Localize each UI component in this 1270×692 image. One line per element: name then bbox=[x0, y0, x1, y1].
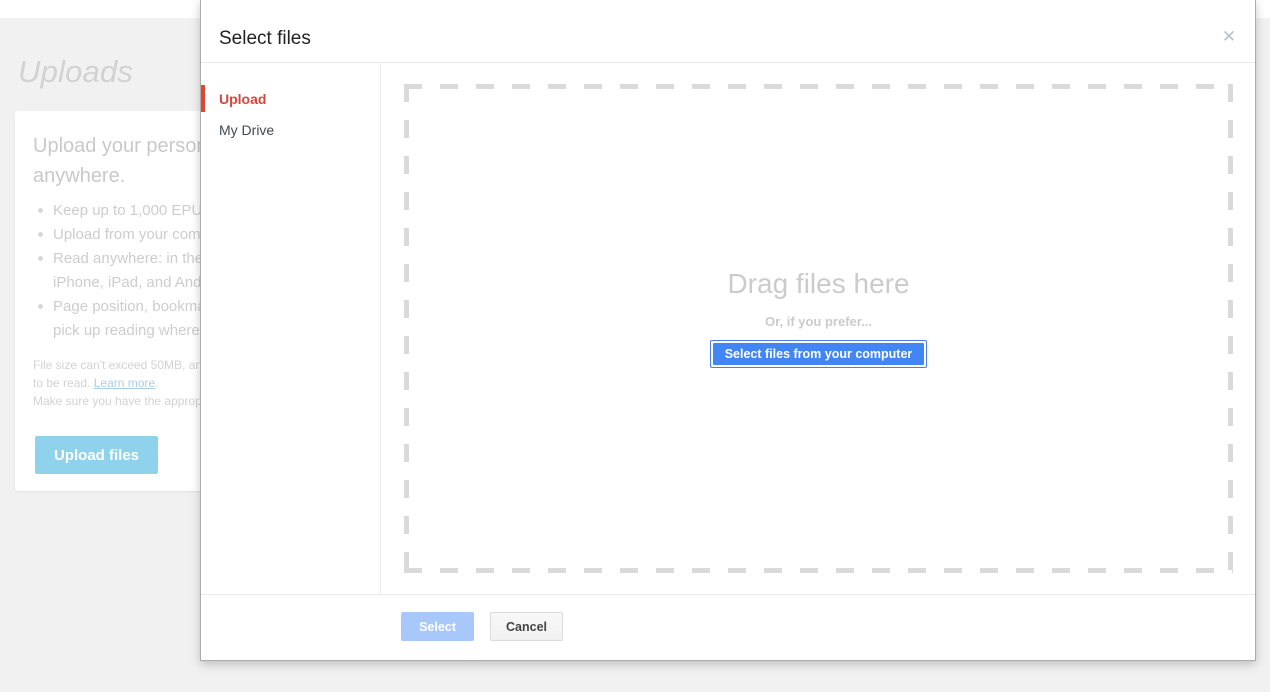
dialog-title: Select files bbox=[219, 28, 311, 49]
select-files-dialog: Select files ✕ Upload My Drive Drag file… bbox=[200, 0, 1256, 661]
active-indicator-bar bbox=[201, 116, 205, 143]
dropzone-inner: Drag files here Or, if you prefer... Sel… bbox=[404, 267, 1233, 368]
sidebar-item-label: My Drive bbox=[219, 121, 275, 138]
sidebar-item-upload[interactable]: Upload bbox=[201, 83, 380, 114]
active-indicator-bar bbox=[201, 85, 205, 112]
dialog-header: Select files ✕ bbox=[201, 0, 1255, 63]
dialog-body: Upload My Drive Drag files here Or, if y… bbox=[201, 63, 1255, 594]
select-files-from-computer-button[interactable]: Select files from your computer bbox=[712, 343, 925, 365]
select-button[interactable]: Select bbox=[401, 612, 474, 641]
dialog-footer: Select Cancel bbox=[201, 594, 1255, 659]
cancel-button[interactable]: Cancel bbox=[490, 612, 563, 641]
dropzone-subtitle: Or, if you prefer... bbox=[765, 314, 872, 329]
dialog-content: Drag files here Or, if you prefer... Sel… bbox=[382, 63, 1255, 594]
pick-files-focus-ring: Select files from your computer bbox=[709, 340, 928, 368]
application-root: Uploads Upload your personal books and r… bbox=[0, 0, 1270, 692]
dropzone-title: Drag files here bbox=[727, 268, 910, 299]
modal-overlay: Select files ✕ Upload My Drive Drag file… bbox=[0, 0, 1270, 692]
sidebar-item-my-drive[interactable]: My Drive bbox=[201, 114, 380, 145]
close-icon[interactable]: ✕ bbox=[1219, 28, 1239, 48]
dialog-sidebar: Upload My Drive bbox=[201, 63, 381, 594]
sidebar-item-label: Upload bbox=[219, 90, 267, 107]
file-dropzone[interactable]: Drag files here Or, if you prefer... Sel… bbox=[404, 84, 1233, 573]
